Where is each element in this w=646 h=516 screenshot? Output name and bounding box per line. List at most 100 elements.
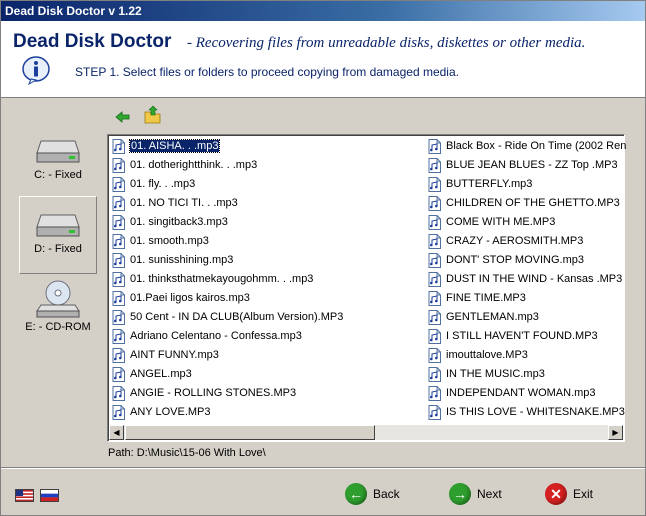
file-name: 01. fly. . .mp3 [130, 178, 196, 190]
file-name: 50 Cent - IN DA CLUB(Album Version).MP3 [130, 311, 344, 323]
file-item[interactable]: 01. NO TICI TI. . .mp3 [110, 194, 343, 213]
file-item[interactable]: 01. fly. . .mp3 [110, 175, 343, 194]
audio-file-icon [112, 348, 125, 363]
drive-label: E: - CD-ROM [25, 321, 91, 333]
file-name: 01. NO TICI TI. . .mp3 [130, 197, 238, 209]
up-folder-icon[interactable] [143, 105, 163, 125]
file-item[interactable]: Adriano Celentano - Confessa.mp3 [110, 327, 343, 346]
file-item[interactable]: CHILDREN OF THE GHETTO.MP3 [426, 194, 626, 213]
file-item[interactable]: 01. AISHA. . .mp3 [110, 137, 343, 156]
file-column-1: 01. AISHA. . .mp3 01. dotherightthink. . … [110, 137, 343, 422]
app-name: Dead Disk Doctor [13, 31, 172, 52]
file-item[interactable]: imouttalove.MP3 [426, 346, 626, 365]
file-name: ANY LOVE.MP3 [130, 406, 211, 418]
file-item[interactable]: INDEPENDANT WOMAN.mp3 [426, 384, 626, 403]
file-item[interactable]: BLUE JEAN BLUES - ZZ Top .MP3 [426, 156, 626, 175]
file-name: I STILL HAVEN'T FOUND.MP3 [446, 330, 598, 342]
file-item[interactable]: DUST IN THE WIND - Kansas .MP3 [426, 270, 626, 289]
file-name: BUTTERFLY.mp3 [446, 178, 533, 190]
app-tagline: - Recovering files from unreadable disks… [187, 35, 586, 51]
horizontal-scrollbar[interactable]: ◀ ▶ [109, 425, 623, 440]
close-icon: ✕ [545, 483, 567, 505]
file-item[interactable]: 01.Paei ligos kairos.mp3 [110, 289, 343, 308]
cdrom-drive-icon [36, 280, 80, 318]
back-arrow-icon: ← [345, 483, 367, 505]
file-item[interactable]: IS THIS LOVE - WHITESNAKE.MP3 [426, 403, 626, 422]
next-arrow-icon: → [449, 483, 471, 505]
audio-file-icon [428, 234, 441, 249]
file-name: 01. sunisshining.mp3 [130, 254, 234, 266]
header-panel: Dead Disk Doctor - Recovering files from… [1, 21, 645, 98]
audio-file-icon [428, 215, 441, 230]
file-name: 01. dotherightthink. . .mp3 [130, 159, 258, 171]
file-item[interactable]: 01. dotherightthink. . .mp3 [110, 156, 343, 175]
file-item[interactable]: 01. sunisshining.mp3 [110, 251, 343, 270]
file-name: Black Box - Ride On Time (2002 Ren [446, 140, 627, 152]
audio-file-icon [112, 196, 125, 211]
file-column-2: Black Box - Ride On Time (2002 Ren BLUE J… [426, 137, 626, 422]
file-name: IN THE MUSIC.mp3 [446, 368, 545, 380]
audio-file-icon [428, 253, 441, 268]
hard-drive-icon [36, 214, 80, 237]
file-item[interactable]: 01. singitback3.mp3 [110, 213, 343, 232]
audio-file-icon [112, 177, 125, 192]
scroll-thumb[interactable] [125, 425, 375, 440]
file-name: 01.Paei ligos kairos.mp3 [130, 292, 250, 304]
file-name: 01. smooth.mp3 [130, 235, 209, 247]
drive-c[interactable]: C: - Fixed [19, 123, 97, 201]
file-list[interactable]: 01. AISHA. . .mp3 01. dotherightthink. . … [107, 134, 626, 442]
audio-file-icon [112, 253, 125, 268]
file-item[interactable]: COME WITH ME.MP3 [426, 213, 626, 232]
drive-d[interactable]: D: - Fixed [19, 196, 97, 274]
file-item[interactable]: IN THE MUSIC.mp3 [426, 365, 626, 384]
audio-file-icon [112, 215, 125, 230]
file-name: FINE TIME.MP3 [446, 292, 526, 304]
file-item[interactable]: ANGEL.mp3 [110, 365, 343, 384]
file-item[interactable]: DONT' STOP MOVING.mp3 [426, 251, 626, 270]
file-item[interactable]: 50 Cent - IN DA CLUB(Album Version).MP3 [110, 308, 343, 327]
scroll-right-button[interactable]: ▶ [608, 425, 623, 440]
exit-button[interactable]: ✕ Exit [545, 481, 593, 507]
audio-file-icon [112, 234, 125, 249]
file-item[interactable]: GENTLEMAN.mp3 [426, 308, 626, 327]
divider [1, 467, 645, 469]
file-name: 01. AISHA. . .mp3 [128, 139, 221, 153]
exit-button-label: Exit [573, 487, 594, 501]
audio-file-icon [112, 405, 125, 420]
ru-flag-icon[interactable] [40, 489, 59, 502]
back-button[interactable]: ← Back [345, 481, 400, 507]
file-item[interactable]: ANGIE - ROLLING STONES.MP3 [110, 384, 343, 403]
us-flag-icon[interactable] [15, 489, 34, 502]
file-item[interactable]: 01. thinksthatmekayougohmm. . .mp3 [110, 270, 343, 289]
file-item[interactable]: 01. smooth.mp3 [110, 232, 343, 251]
file-item[interactable]: CRAZY - AEROSMITH.MP3 [426, 232, 626, 251]
file-item[interactable]: Black Box - Ride On Time (2002 Ren [426, 137, 626, 156]
audio-file-icon [112, 291, 125, 306]
window-title: Dead Disk Doctor v 1.22 [5, 4, 142, 18]
back-arrow-icon[interactable] [115, 109, 131, 125]
audio-file-icon [112, 139, 125, 154]
audio-file-icon [428, 405, 441, 420]
file-item[interactable]: ANY LOVE.MP3 [110, 403, 343, 422]
audio-file-icon [428, 272, 441, 287]
file-item[interactable]: I STILL HAVEN'T FOUND.MP3 [426, 327, 626, 346]
next-button[interactable]: → Next [449, 481, 502, 507]
file-name: DONT' STOP MOVING.mp3 [446, 254, 584, 266]
file-name: imouttalove.MP3 [446, 349, 528, 361]
audio-file-icon [112, 367, 125, 382]
file-name: CHILDREN OF THE GHETTO.MP3 [446, 197, 620, 209]
audio-file-icon [428, 367, 441, 382]
file-item[interactable]: AINT FUNNY.mp3 [110, 346, 343, 365]
file-name: DUST IN THE WIND - Kansas .MP3 [446, 273, 623, 285]
file-item[interactable]: FINE TIME.MP3 [426, 289, 626, 308]
file-item[interactable]: BUTTERFLY.mp3 [426, 175, 626, 194]
audio-file-icon [112, 329, 125, 344]
title-bar[interactable]: Dead Disk Doctor v 1.22 [1, 1, 645, 21]
scroll-left-button[interactable]: ◀ [109, 425, 124, 440]
drive-e[interactable]: E: - CD-ROM [19, 277, 97, 355]
file-name: IS THIS LOVE - WHITESNAKE.MP3 [446, 406, 625, 418]
app-window: Dead Disk Doctor v 1.22 Dead Disk Doctor… [0, 0, 646, 516]
drive-label: D: - Fixed [34, 243, 82, 255]
file-name: COME WITH ME.MP3 [446, 216, 556, 228]
file-name: CRAZY - AEROSMITH.MP3 [446, 235, 584, 247]
